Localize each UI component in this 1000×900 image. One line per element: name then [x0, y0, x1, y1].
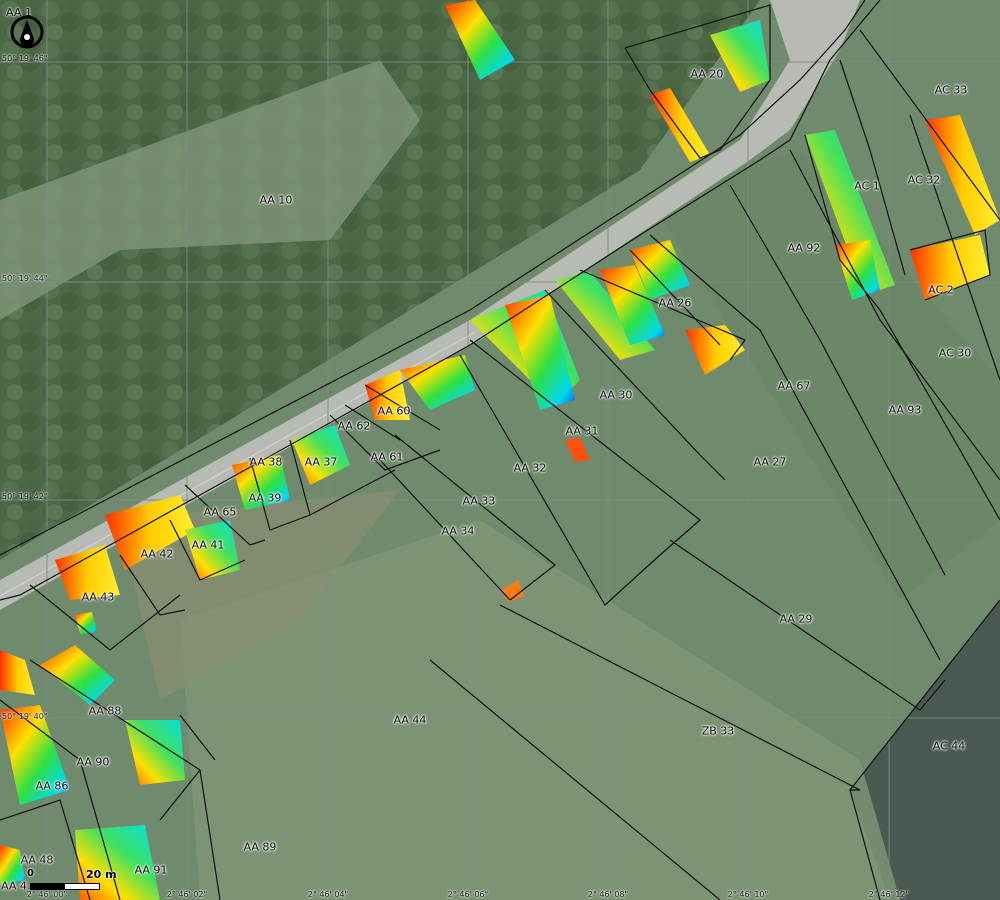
- parcel-label[interactable]: AA 29: [780, 613, 813, 626]
- parcel-label[interactable]: AA 88: [89, 705, 122, 718]
- parcel-label[interactable]: AA 32: [514, 462, 547, 475]
- parcel-label[interactable]: AA 31: [566, 425, 599, 438]
- parcel-label[interactable]: AC 1: [854, 180, 880, 193]
- parcel-label[interactable]: AA 60: [378, 405, 411, 418]
- parcel-label[interactable]: AA 67: [778, 380, 811, 393]
- parcel-label[interactable]: AA 30: [600, 389, 633, 402]
- longitude-tick: 2° 46' 02": [166, 890, 208, 899]
- parcel-label[interactable]: AC 2: [928, 284, 954, 297]
- scale-bar-graphic: [30, 883, 100, 890]
- latitude-tick: 50° 19' 44": [2, 274, 48, 283]
- parcel-label[interactable]: AA 38: [250, 456, 283, 469]
- parcel-label[interactable]: AA 44: [394, 714, 427, 727]
- latitude-tick: 50° 19' 40": [2, 712, 48, 721]
- parcel-label[interactable]: AA 42: [141, 548, 174, 561]
- longitude-tick: 2° 46' 06": [447, 890, 489, 899]
- parcel-label[interactable]: AA 48: [21, 854, 54, 867]
- parcel-label[interactable]: AA 93: [889, 404, 922, 417]
- parcel-label[interactable]: AA 20: [691, 68, 724, 81]
- parcel-label[interactable]: AA 34: [442, 525, 475, 538]
- parcel-label[interactable]: AA 90: [77, 756, 110, 769]
- latitude-tick: 50° 19' 46": [2, 54, 48, 63]
- parcel-label[interactable]: AA 33: [463, 495, 496, 508]
- parcel-label[interactable]: AA 27: [754, 456, 787, 469]
- compass-icon[interactable]: [9, 14, 45, 50]
- parcel-label[interactable]: AA 4: [1, 880, 27, 893]
- parcel-label[interactable]: AC 30: [939, 347, 972, 360]
- parcel-label[interactable]: AA 43: [82, 591, 115, 604]
- parcel-label[interactable]: AC 44: [933, 740, 966, 753]
- latitude-tick: 50° 19' 42": [2, 492, 48, 501]
- parcel-label[interactable]: AC 33: [935, 84, 968, 97]
- map-view[interactable]: AA 1 AA 20 AC 33 AC 1 AC 32 AA 10 AA 92 …: [0, 0, 1000, 900]
- longitude-tick: 2° 46' 04": [307, 890, 349, 899]
- parcel-label[interactable]: AA 86: [36, 780, 69, 793]
- parcel-label[interactable]: AA 65: [204, 506, 237, 519]
- longitude-tick: 2° 46' 10": [727, 890, 769, 899]
- parcel-label[interactable]: ZB 33: [702, 725, 735, 738]
- parcel-label[interactable]: AA 39: [249, 492, 282, 505]
- map-canvas: [0, 0, 1000, 900]
- longitude-tick: 2° 46' 08": [587, 890, 629, 899]
- parcel-label[interactable]: AA 62: [338, 420, 371, 433]
- parcel-label[interactable]: AA 92: [788, 242, 821, 255]
- longitude-tick: 2° 46' 12": [868, 890, 910, 899]
- parcel-label[interactable]: AC 32: [908, 174, 941, 187]
- parcel-label[interactable]: AA 41: [192, 539, 225, 552]
- scale-zero-label: 0: [27, 868, 34, 879]
- parcel-label[interactable]: AA 26: [659, 297, 692, 310]
- parcel-label[interactable]: AA 10: [260, 194, 293, 207]
- parcel-label[interactable]: AA 89: [244, 841, 277, 854]
- scale-distance-label: 20 m: [86, 868, 117, 881]
- scale-bar: 0 20 m: [26, 868, 146, 896]
- parcel-label[interactable]: AA 61: [371, 451, 404, 464]
- parcel-label[interactable]: AA 37: [305, 456, 338, 469]
